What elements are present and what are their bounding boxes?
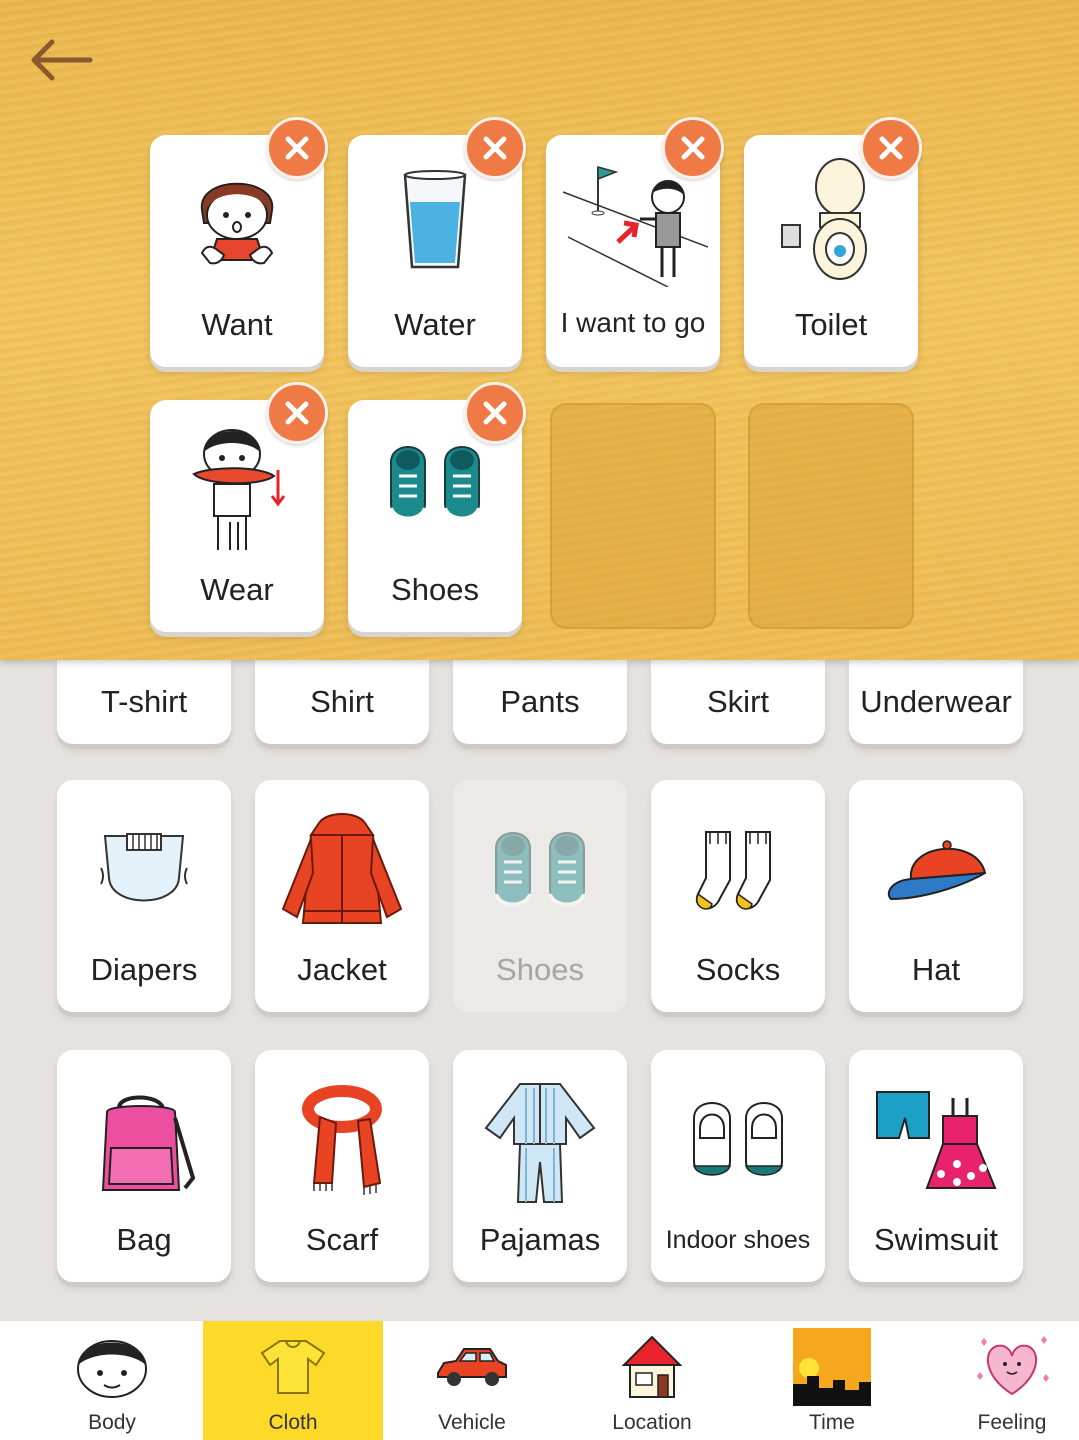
sentence-card-want[interactable]: Want: [150, 117, 328, 367]
card-label: Pants: [500, 684, 580, 719]
card-label: Diapers: [90, 952, 198, 987]
card-label: Want: [201, 307, 273, 342]
card-label: Shirt: [310, 684, 374, 719]
card-label: Shoes: [496, 952, 584, 987]
tab-cloth[interactable]: Cloth: [203, 1321, 383, 1440]
card-label: Bag: [116, 1222, 172, 1257]
remove-button[interactable]: [464, 117, 526, 179]
sentence-card-wear[interactable]: Wear: [150, 382, 328, 632]
vocab-card-shoes[interactable]: Shoes: [453, 780, 627, 1012]
sentence-card-water[interactable]: Water: [348, 117, 526, 367]
tab-feeling[interactable]: Feeling: [922, 1321, 1079, 1440]
close-icon: [879, 136, 903, 160]
sentence-card-shoes[interactable]: Shoes: [348, 382, 526, 632]
tab-label: Body: [88, 1411, 136, 1434]
vocab-card-underwear[interactable]: Underwear: [849, 660, 1023, 744]
sunset-icon: [790, 1327, 874, 1407]
card-label: Toilet: [794, 307, 868, 342]
category-tab-bar: Body Cloth Vehicle Location Time Feeling: [0, 1320, 1079, 1440]
close-icon: [483, 401, 507, 425]
vocab-card-pajamas[interactable]: Pajamas: [453, 1050, 627, 1282]
pajamas-icon: [453, 1068, 627, 1218]
swimsuit-icon: [849, 1068, 1023, 1218]
empty-slot[interactable]: [550, 403, 716, 629]
vocab-card-indoor-shoes[interactable]: Indoor shoes: [651, 1050, 825, 1282]
card-label: T-shirt: [100, 684, 188, 719]
empty-slot[interactable]: [748, 403, 914, 629]
tab-time[interactable]: Time: [742, 1321, 922, 1440]
card-label: Socks: [695, 952, 781, 987]
vocab-card-diapers[interactable]: Diapers: [57, 780, 231, 1012]
tab-label: Vehicle: [438, 1411, 506, 1434]
tab-label: Time: [809, 1411, 855, 1434]
vocab-card-jacket[interactable]: Jacket: [255, 780, 429, 1012]
card-label: Pajamas: [479, 1222, 601, 1257]
vocab-card-swimsuit[interactable]: Swimsuit: [849, 1050, 1023, 1282]
card-label: Wear: [200, 572, 274, 607]
card-label: Jacket: [297, 952, 387, 987]
close-icon: [285, 401, 309, 425]
tshirt-icon: [251, 1327, 335, 1407]
scarf-icon: [255, 1068, 429, 1218]
vocab-card-pants[interactable]: Pants: [453, 660, 627, 744]
card-label: Hat: [911, 952, 961, 987]
tab-body[interactable]: Body: [22, 1321, 202, 1440]
heart-icon: [970, 1327, 1054, 1407]
remove-button[interactable]: [266, 382, 328, 444]
vocab-card-shirt[interactable]: Shirt: [255, 660, 429, 744]
vocab-card-tshirt[interactable]: T-shirt: [57, 660, 231, 744]
vocab-card-socks[interactable]: Socks: [651, 780, 825, 1012]
card-label: Underwear: [860, 684, 1012, 719]
card-label: Swimsuit: [873, 1222, 998, 1257]
card-label: I want to go: [560, 307, 706, 338]
remove-button[interactable]: [266, 117, 328, 179]
card-label: Shoes: [391, 572, 479, 607]
vocab-card-hat[interactable]: Hat: [849, 780, 1023, 1012]
remove-button[interactable]: [464, 382, 526, 444]
close-icon: [681, 136, 705, 160]
sentence-board: Want Water I want to go Toilet Wear Shoe…: [0, 0, 1079, 660]
sentence-card-i-want-to-go[interactable]: I want to go: [546, 117, 724, 367]
sentence-card-toilet[interactable]: Toilet: [744, 117, 922, 367]
vocab-card-skirt[interactable]: Skirt: [651, 660, 825, 744]
hat-icon: [849, 798, 1023, 948]
diapers-icon: [57, 798, 231, 948]
face-icon: [70, 1327, 154, 1407]
vocab-card-bag[interactable]: Bag: [57, 1050, 231, 1282]
tab-vehicle[interactable]: Vehicle: [382, 1321, 562, 1440]
tab-label: Feeling: [977, 1411, 1047, 1434]
close-icon: [285, 136, 309, 160]
remove-button[interactable]: [860, 117, 922, 179]
tab-label: Cloth: [268, 1411, 318, 1434]
card-label: Water: [394, 307, 476, 342]
card-label: Indoor shoes: [665, 1226, 811, 1254]
shoes-icon: [453, 798, 627, 948]
socks-icon: [651, 798, 825, 948]
back-arrow-icon: [31, 39, 93, 81]
card-label: Scarf: [305, 1222, 379, 1257]
close-icon: [483, 136, 507, 160]
vocab-card-scarf[interactable]: Scarf: [255, 1050, 429, 1282]
bag-icon: [57, 1068, 231, 1218]
house-icon: [610, 1327, 694, 1407]
back-button[interactable]: [24, 34, 96, 86]
car-icon: [430, 1327, 514, 1407]
tab-location[interactable]: Location: [562, 1321, 742, 1440]
jacket-icon: [255, 798, 429, 948]
tab-label: Location: [612, 1411, 692, 1434]
remove-button[interactable]: [662, 117, 724, 179]
card-label: Skirt: [707, 684, 769, 719]
indoor-shoes-icon: [651, 1068, 825, 1218]
